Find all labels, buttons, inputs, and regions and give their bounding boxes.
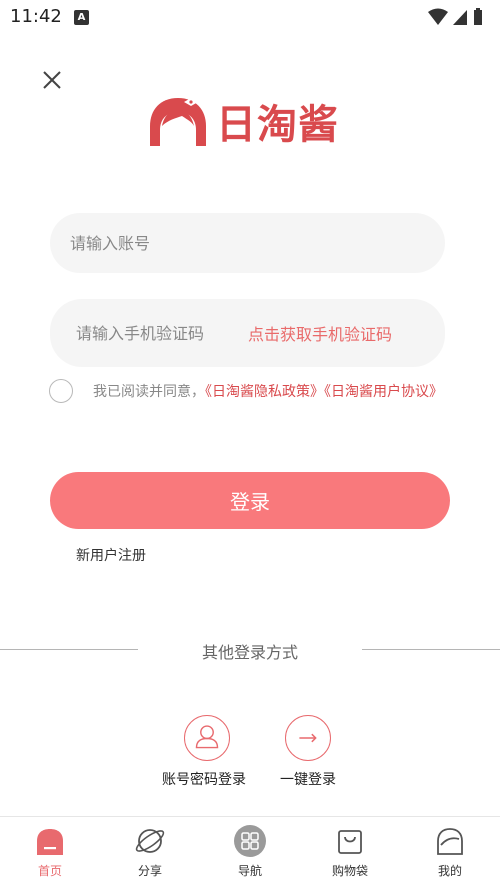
tab-shopping-bag[interactable]: 购物袋 — [300, 817, 400, 887]
signal-battery-icons — [428, 8, 482, 25]
profile-icon — [437, 828, 463, 855]
register-link[interactable]: 新用户注册 — [76, 545, 146, 565]
tab-shopping-bag-label: 购物袋 — [331, 864, 368, 878]
get-code-button[interactable]: 点击获取手机验证码 — [248, 321, 392, 345]
tab-share-label: 分享 — [137, 864, 162, 878]
account-input[interactable] — [50, 213, 445, 273]
one-key-login-icon[interactable] — [285, 715, 331, 761]
grid-icon — [234, 825, 266, 857]
close-icon[interactable] — [38, 66, 66, 94]
agreement-prefix: 我已阅读并同意， — [93, 384, 205, 400]
notification-icon: A — [74, 10, 89, 25]
tab-home-label: 首页 — [37, 864, 62, 878]
login-button[interactable]: 登录 — [50, 472, 450, 529]
shopping-bag-icon — [338, 830, 362, 854]
status-bar: 11:42 A — [0, 0, 500, 36]
account-field[interactable] — [50, 213, 445, 273]
account-password-login-icon[interactable] — [184, 715, 230, 761]
verification-code-input[interactable] — [50, 299, 220, 367]
verification-code-field[interactable]: 点击获取手机验证码 — [50, 299, 445, 367]
cell-signal-icon — [453, 10, 467, 25]
status-time: 11:42 — [10, 6, 62, 27]
tab-home[interactable]: 首页 — [0, 817, 100, 887]
one-key-login-label[interactable]: 一键登录 — [280, 769, 336, 789]
brand-logo: 日淘酱 — [148, 92, 358, 150]
tab-profile[interactable]: 我的 — [400, 817, 500, 887]
account-password-login-label[interactable]: 账号密码登录 — [162, 769, 246, 789]
planet-icon — [135, 829, 165, 853]
login-screen: 11:42 A 日淘酱 请输入账号 请输入手机验证码 点击获取手机验证码 我已阅… — [0, 0, 500, 887]
tab-navigation[interactable]: 导航 — [200, 817, 300, 887]
tab-profile-label: 我的 — [437, 864, 462, 878]
battery-icon — [474, 8, 482, 25]
user-agreement-link[interactable]: 《日淘酱用户协议》 — [324, 384, 443, 400]
girl-face-logo-icon — [150, 98, 206, 146]
privacy-policy-link[interactable]: 《日淘酱隐私政策》 — [205, 384, 324, 400]
other-login-title: 其他登录方式 — [201, 643, 298, 662]
wifi-icon — [428, 8, 448, 25]
agreement-text: 我已阅读并同意，《日淘酱隐私政策》《日淘酱用户协议》 — [50, 378, 450, 407]
tab-navigation-label: 导航 — [237, 864, 262, 878]
home-icon — [37, 829, 63, 855]
brand-name: 日淘酱 — [216, 102, 339, 148]
tab-share[interactable]: 分享 — [100, 817, 200, 887]
bottom-tab-bar: 首页 分享 导航 购物袋 我的 — [0, 816, 500, 887]
